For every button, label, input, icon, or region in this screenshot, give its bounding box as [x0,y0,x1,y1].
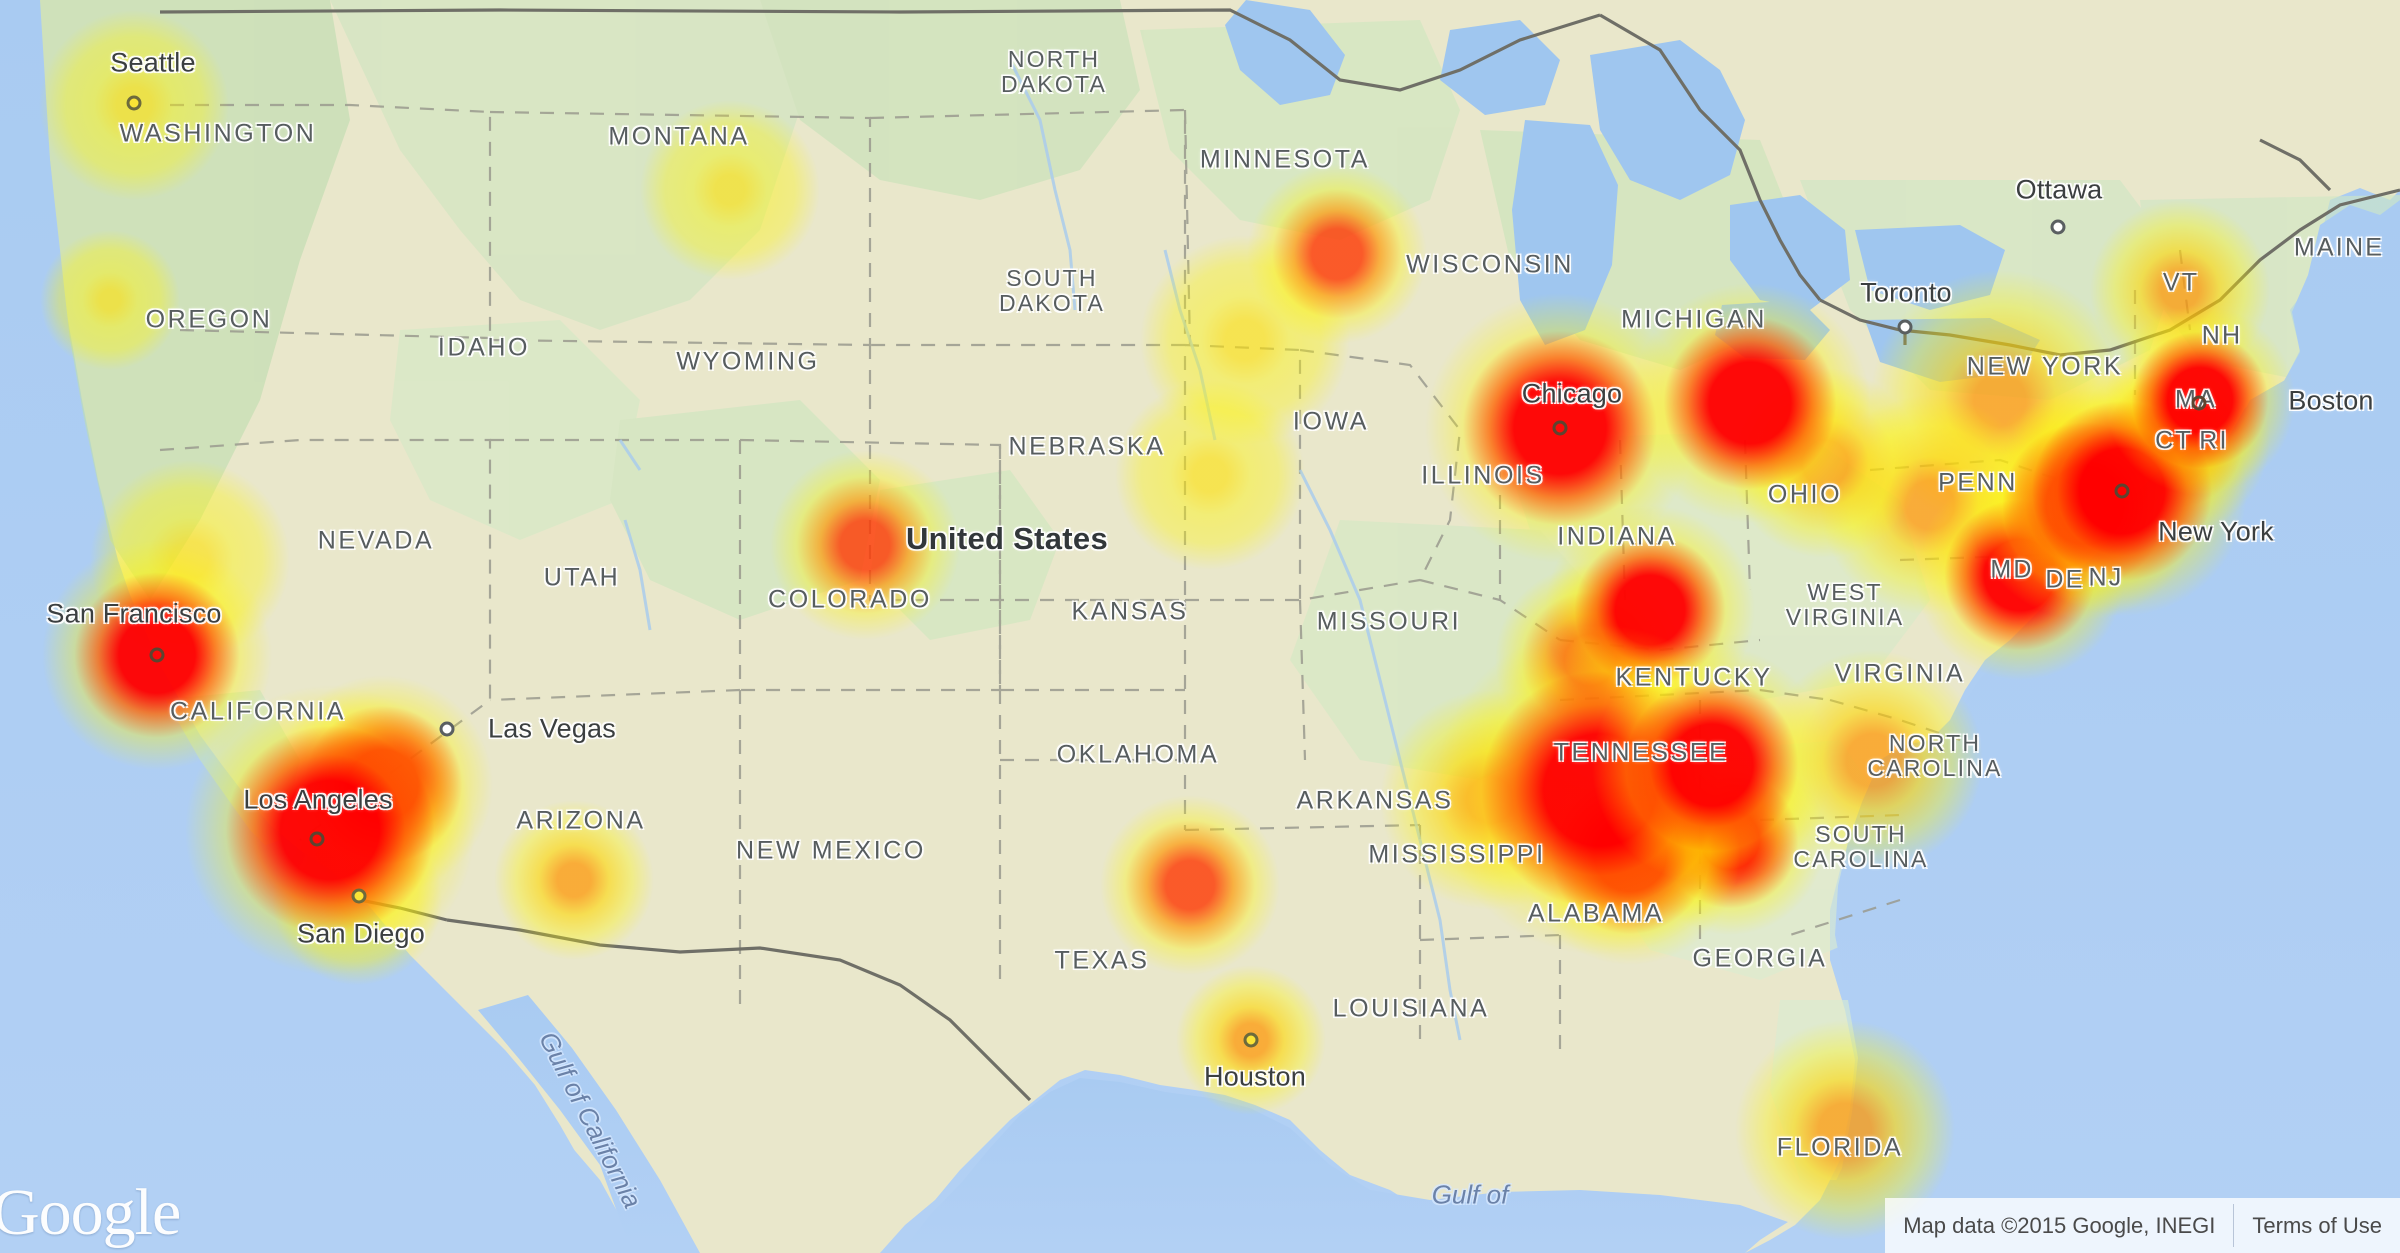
state-abbr-maine: MAINE [2293,233,2385,262]
google-logo[interactable]: Google [0,1175,181,1251]
city-marker-seattle[interactable] [126,95,142,111]
state-abbr-nj: NJ [2088,563,2124,592]
state-label-arkansas: ARKANSAS [1296,786,1454,815]
state-label-north-carolina: NORTH CAROLINA [1867,730,2003,781]
state-label-wyoming: WYOMING [676,347,820,376]
state-label-wisconsin: WISCONSIN [1406,250,1574,279]
map-data-attribution: Map data ©2015 Google, INEGI [1903,1212,2216,1238]
state-label-tennessee: TENNESSEE [1553,738,1729,767]
map-canvas[interactable]: WASHINGTON OREGON IDAHO MONTANA WYOMING NORTH… [0,0,2400,1253]
state-abbr-ct: CT [2155,426,2193,455]
city-label-las-vegas: Las Vegas [488,713,616,744]
state-label-kansas: KANSAS [1071,597,1189,626]
state-label-alabama: ALABAMA [1527,899,1665,928]
city-label-chicago: Chicago [1521,378,1623,409]
state-label-west-virginia: WEST VIRGINIA [1785,579,1905,630]
state-label-oklahoma: OKLAHOMA [1056,740,1220,769]
city-label-san-francisco: San Francisco [46,598,222,629]
state-label-louisiana: LOUISIANA [1332,994,1490,1023]
state-label-penn: PENN [1938,468,2018,497]
country-label-united-states: United States [906,521,1108,556]
city-marker-toronto[interactable] [1897,319,1913,335]
city-label-toronto: Toronto [1860,277,1952,308]
state-label-virginia: VIRGINIA [1834,659,1966,688]
state-label-washington: WASHINGTON [119,119,317,148]
state-label-indiana: INDIANA [1557,522,1677,551]
state-label-mississippi: MISSISSIPPI [1368,840,1546,869]
state-abbr-ri: RI [2199,426,2229,455]
state-label-south-dakota: SOUTH DAKOTA [998,265,1106,316]
state-label-kentucky: KENTUCKY [1615,663,1773,692]
city-marker-new-york[interactable] [2114,483,2130,499]
city-label-ottawa: Ottawa [2015,174,2103,205]
state-label-utah: UTAH [543,563,621,592]
terms-of-use-link[interactable]: Terms of Use [2234,1198,2400,1253]
water-label-gulf-of: Gulf of [1431,1179,1509,1210]
attribution-bar: Map data ©2015 Google, INEGI Terms of Us… [1885,1198,2400,1253]
state-abbr-vt: VT [2162,268,2200,297]
city-marker-san-francisco[interactable] [149,647,165,663]
state-label-south-carolina: SOUTH CAROLINA [1793,821,1929,872]
state-label-missouri: MISSOURI [1316,607,1462,636]
state-label-arizona: ARIZONA [516,806,646,835]
state-label-new-mexico: NEW MEXICO [736,836,926,865]
city-marker-los-angeles[interactable] [309,831,325,847]
state-abbr-de: DE [2045,565,2085,594]
state-label-minnesota: MINNESOTA [1199,145,1371,174]
city-label-boston: Boston [2288,385,2374,416]
state-label-georgia: GEORGIA [1692,944,1828,973]
state-label-california: CALIFORNIA [169,697,347,726]
city-marker-chicago[interactable] [1552,420,1568,436]
map-labels-layer: WASHINGTON OREGON IDAHO MONTANA WYOMING NORTH… [0,0,2400,1253]
city-label-los-angeles: Los Angeles [243,784,393,815]
city-label-new-york: New York [2158,516,2274,547]
state-abbr-nh: NH [2201,321,2243,350]
city-label-houston: Houston [1204,1061,1306,1092]
city-marker-san-diego[interactable] [351,888,367,904]
city-marker-boston[interactable] [2191,395,2207,411]
city-marker-houston[interactable] [1243,1032,1259,1048]
state-label-oregon: OREGON [145,305,273,334]
state-label-nebraska: NEBRASKA [1008,432,1166,461]
state-label-texas: TEXAS [1054,946,1150,975]
water-label-gulf-of-california: Gulf of California [533,1026,648,1213]
state-label-ohio: OHIO [1767,480,1843,509]
state-label-michigan: MICHIGAN [1621,305,1767,334]
city-marker-las-vegas[interactable] [439,721,455,737]
city-label-san-diego: San Diego [297,918,425,949]
state-label-nevada: NEVADA [317,526,435,555]
state-label-iowa: IOWA [1292,407,1370,436]
state-label-idaho: IDAHO [437,333,531,362]
state-label-new-york: NEW YORK [1966,352,2124,381]
state-label-illinois: ILLINOIS [1421,461,1545,490]
state-label-florida: FLORIDA [1776,1133,1904,1162]
state-label-montana: MONTANA [608,122,750,151]
state-abbr-md: MD [1990,555,2034,584]
state-label-north-dakota: NORTH DAKOTA [1000,46,1108,97]
state-label-colorado: COLORADO [768,585,932,614]
city-marker-ottawa[interactable] [2050,219,2066,235]
city-label-seattle: Seattle [110,47,196,78]
